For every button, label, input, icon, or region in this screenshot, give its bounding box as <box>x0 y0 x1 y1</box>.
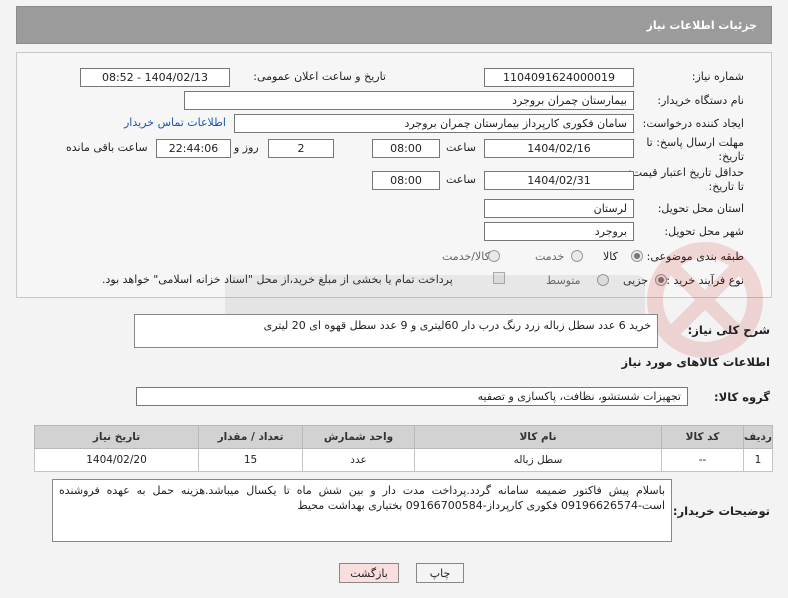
goods-section-title: اطلاعات کالاهای مورد نیاز <box>621 355 770 369</box>
remaining-time-field: 22:44:06 <box>156 139 231 158</box>
col-row: ردیف <box>743 425 773 449</box>
category-service-label: خدمت <box>535 250 565 263</box>
reply-deadline-label: مهلت ارسال پاسخ: تا تاریخ: <box>646 136 744 163</box>
buyer-org-label: نام دستگاه خریدار: <box>657 94 744 107</box>
description-label: شرح کلی نیاز: <box>687 323 770 337</box>
goods-table-header: ردیف کد کالا نام کالا واحد شمارش تعداد /… <box>34 425 773 449</box>
price-date-field: 1404/02/31 <box>484 171 634 190</box>
reply-time-label: ساعت <box>446 141 476 154</box>
process-minor-label: جزیی <box>623 274 649 287</box>
city-field: بروجرد <box>484 222 634 241</box>
process-medium-radio[interactable] <box>597 274 609 286</box>
cell-code: -- <box>661 448 744 472</box>
days-label: روز و <box>234 141 259 154</box>
treasury-payment-note: پرداخت تمام یا بخشی از مبلغ خرید،از محل … <box>102 273 453 286</box>
reply-date-field: 1404/02/16 <box>484 139 634 158</box>
category-goods-radio[interactable] <box>631 250 643 262</box>
table-row: 1 -- سطل زباله عدد 15 1404/02/20 <box>34 448 773 472</box>
treasury-payment-checkbox[interactable] <box>493 272 505 284</box>
back-button[interactable]: بازگشت <box>339 563 399 583</box>
col-name: نام کالا <box>414 425 662 449</box>
buyer-notes-label: توضیحات خریدار: <box>672 504 770 518</box>
category-goods-label: کالا <box>603 250 618 263</box>
price-time-field: 08:00 <box>372 171 440 190</box>
goods-table: ردیف کد کالا نام کالا واحد شمارش تعداد /… <box>34 425 773 472</box>
page-header: جزئیات اطلاعات نیاز <box>16 6 772 44</box>
buyer-org-field: بیمارستان چمران بروجرد <box>184 91 634 110</box>
remaining-label: ساعت باقی مانده <box>66 141 148 154</box>
description-field: خرید 6 عدد سطل زباله زرد رنگ درب دار 60ل… <box>134 314 658 348</box>
city-label: شهر محل تحویل: <box>664 225 744 238</box>
print-button[interactable]: چاپ <box>416 563 464 583</box>
requester-label: ایجاد کننده درخواست: <box>642 117 744 130</box>
remaining-days-field: 2 <box>268 139 334 158</box>
col-qty: تعداد / مقدار <box>198 425 303 449</box>
process-minor-radio[interactable] <box>655 274 667 286</box>
category-label: طبقه بندی موضوعی: <box>646 250 744 263</box>
buyer-notes-field: باسلام پیش فاکتور ضمیمه سامانه گردد.پردا… <box>52 479 672 542</box>
need-number-field: 1104091624000019 <box>484 68 634 87</box>
province-field: لرستان <box>484 199 634 218</box>
page-title: جزئیات اطلاعات نیاز <box>646 18 758 32</box>
process-medium-label: متوسط <box>546 274 581 287</box>
province-label: استان محل تحویل: <box>657 202 744 215</box>
col-code: کد کالا <box>661 425 744 449</box>
goods-group-label: گروه کالا: <box>714 390 770 404</box>
reply-time-field: 08:00 <box>372 139 440 158</box>
price-time-label: ساعت <box>446 173 476 186</box>
announce-date-field: 1404/02/13 - 08:52 <box>80 68 230 87</box>
requester-field: سامان فکوری کارپرداز بیمارستان چمران برو… <box>234 114 634 133</box>
col-unit: واحد شمارش <box>302 425 415 449</box>
category-service-radio[interactable] <box>571 250 583 262</box>
category-both-label: کالا/خدمت <box>442 250 490 263</box>
cell-name: سطل زباله <box>414 448 662 472</box>
announce-date-label: تاریخ و ساعت اعلان عمومی: <box>253 70 386 83</box>
goods-group-field: تجهیزات شستشو، نظافت، پاکسازی و تصفیه <box>136 387 688 406</box>
cell-qty: 15 <box>198 448 303 472</box>
need-number-label: شماره نیاز: <box>691 70 744 83</box>
cell-date: 1404/02/20 <box>34 448 199 472</box>
buyer-contact-link[interactable]: اطلاعات تماس خریدار <box>124 116 226 129</box>
cell-unit: عدد <box>302 448 415 472</box>
col-date: تاریخ نیاز <box>34 425 199 449</box>
cell-row: 1 <box>743 448 773 472</box>
price-deadline-label: حداقل تاریخ اعتبار قیمت: تا تاریخ: <box>628 166 744 193</box>
process-label: نوع فرآیند خرید : <box>666 274 744 287</box>
